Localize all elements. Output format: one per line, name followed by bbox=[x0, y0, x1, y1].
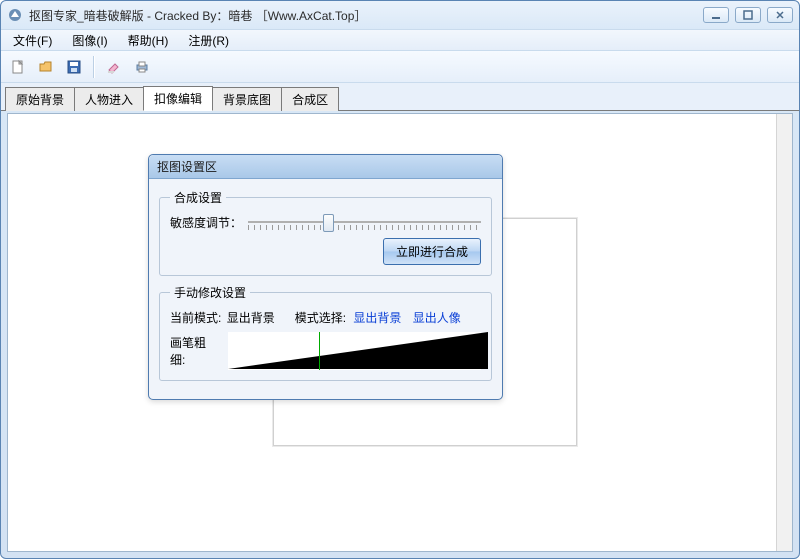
minimize-button[interactable] bbox=[703, 7, 729, 23]
toolbar bbox=[1, 51, 799, 83]
tab-original-bg[interactable]: 原始背景 bbox=[5, 87, 75, 111]
mode-select-label: 模式选择: bbox=[295, 311, 346, 325]
dialog-body: 合成设置 敏感度调节： 立即进行合成 手动修改设置 bbox=[149, 179, 502, 399]
menu-help[interactable]: 帮助(H) bbox=[120, 30, 177, 51]
current-mode-value: 显出背景 bbox=[227, 311, 275, 325]
tab-bg-base[interactable]: 背景底图 bbox=[212, 87, 282, 111]
toolbar-separator bbox=[93, 56, 95, 78]
print-icon[interactable] bbox=[131, 56, 153, 78]
dialog-title[interactable]: 抠图设置区 bbox=[149, 155, 502, 179]
app-icon bbox=[7, 7, 23, 23]
save-icon[interactable] bbox=[63, 56, 85, 78]
open-folder-icon[interactable] bbox=[35, 56, 57, 78]
tab-compose-area[interactable]: 合成区 bbox=[281, 87, 339, 111]
close-button[interactable] bbox=[767, 7, 793, 23]
compose-now-button[interactable]: 立即进行合成 bbox=[383, 238, 481, 265]
compose-fieldset: 合成设置 敏感度调节： 立即进行合成 bbox=[159, 189, 492, 276]
window-controls bbox=[703, 7, 793, 23]
menubar: 文件(F) 图像(I) 帮助(H) 注册(R) bbox=[1, 29, 799, 51]
brush-size-label: 画笔粗细: bbox=[170, 334, 220, 368]
new-file-icon[interactable] bbox=[7, 56, 29, 78]
brush-size-marker[interactable] bbox=[319, 332, 320, 370]
slider-thumb[interactable] bbox=[323, 214, 334, 232]
titlebar[interactable]: 抠图专家_暗巷破解版 - Cracked By：暗巷 ［Www.AxCat.To… bbox=[1, 1, 799, 29]
sensitivity-slider[interactable] bbox=[248, 212, 481, 232]
current-mode-label: 当前模式: bbox=[170, 311, 221, 325]
compose-legend: 合成设置 bbox=[170, 189, 226, 206]
manual-fieldset: 手动修改设置 当前模式: 显出背景 模式选择: 显出背景 显出人像 bbox=[159, 284, 492, 381]
matting-settings-dialog[interactable]: 抠图设置区 合成设置 敏感度调节： 立即进行合成 bbox=[148, 154, 503, 400]
maximize-button[interactable] bbox=[735, 7, 761, 23]
app-window: 抠图专家_暗巷破解版 - Cracked By：暗巷 ［Www.AxCat.To… bbox=[0, 0, 800, 559]
tab-mask-edit[interactable]: 扣像编辑 bbox=[143, 86, 213, 111]
brush-size-wedge[interactable] bbox=[228, 332, 481, 370]
menu-file[interactable]: 文件(F) bbox=[5, 30, 60, 51]
sensitivity-label: 敏感度调节： bbox=[170, 214, 242, 231]
tabstrip: 原始背景 人物进入 扣像编辑 背景底图 合成区 bbox=[1, 83, 799, 111]
window-title: 抠图专家_暗巷破解版 - Cracked By：暗巷 ［Www.AxCat.To… bbox=[29, 7, 703, 24]
mode-option-person[interactable]: 显出人像 bbox=[413, 311, 461, 325]
eraser-icon[interactable] bbox=[103, 56, 125, 78]
mode-option-bg[interactable]: 显出背景 bbox=[353, 311, 401, 325]
menu-register[interactable]: 注册(R) bbox=[180, 30, 237, 51]
vertical-scrollbar[interactable] bbox=[776, 114, 792, 551]
workarea: 抠图设置区 合成设置 敏感度调节： 立即进行合成 bbox=[7, 113, 793, 552]
manual-legend: 手动修改设置 bbox=[170, 284, 250, 301]
tab-person-enter[interactable]: 人物进入 bbox=[74, 87, 144, 111]
menu-image[interactable]: 图像(I) bbox=[64, 30, 115, 51]
